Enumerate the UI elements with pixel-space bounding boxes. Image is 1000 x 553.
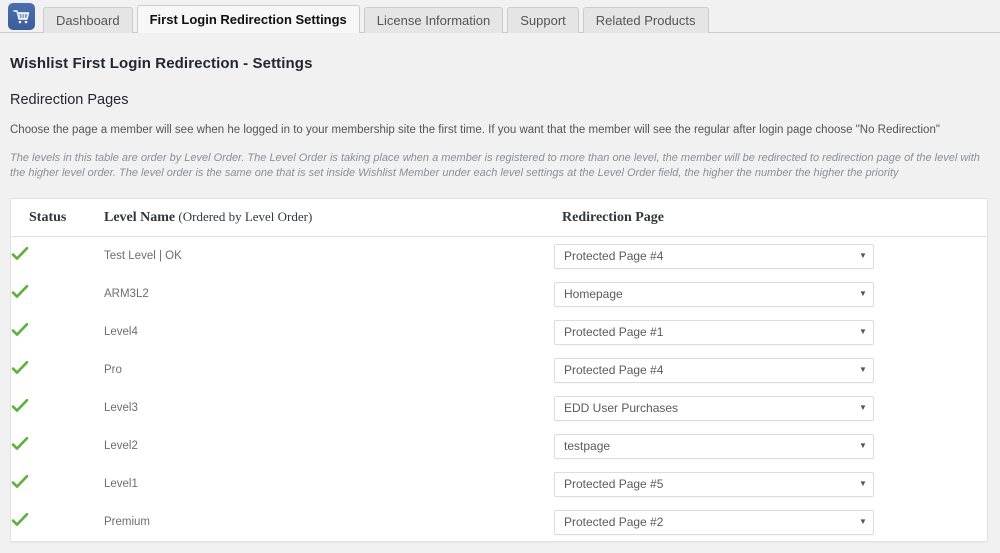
settings-page: Wishlist First Login Redirection - Setti… <box>0 55 1000 543</box>
row-redirection-cell: Protected Page #5 ▼ <box>554 465 987 504</box>
row-status-cell <box>11 389 104 428</box>
enabled-check-icon <box>11 474 29 490</box>
row-redirection-cell: Protected Page #1 ▼ <box>554 313 987 352</box>
row-redirection-cell: Protected Page #4 ▼ <box>554 236 987 276</box>
enabled-check-icon <box>11 512 29 528</box>
row-status-cell <box>11 503 104 542</box>
column-header-redirection-page: Redirection Page <box>554 199 987 238</box>
column-header-level-name-sub: (Ordered by Level Order) <box>175 209 313 225</box>
row-level-name: Level4 <box>104 313 554 352</box>
redirection-page-select[interactable]: testpage ▼ <box>554 433 874 459</box>
redirection-page-select-value: Protected Page #4 <box>564 249 664 264</box>
row-level-name: ARM3L2 <box>104 275 554 314</box>
row-redirection-cell: testpage ▼ <box>554 427 987 466</box>
redirection-page-select[interactable]: Protected Page #4 ▼ <box>554 243 874 269</box>
row-level-name: Pro <box>104 351 554 390</box>
row-status-cell <box>11 351 104 390</box>
enabled-check-icon <box>11 436 29 452</box>
enabled-check-icon <box>11 284 29 300</box>
table-header-row: Status Level Name (Ordered by Level Orde… <box>11 199 987 238</box>
redirection-page-select-value: Protected Page #2 <box>564 515 664 530</box>
redirection-page-select[interactable]: Protected Page #1 ▼ <box>554 319 874 345</box>
plugin-tab-bar: Dashboard First Login Redirection Settin… <box>0 0 1000 33</box>
row-status-cell <box>11 275 104 314</box>
redirection-pages-panel: Status Level Name (Ordered by Level Orde… <box>10 198 988 543</box>
row-status-cell <box>11 236 104 276</box>
enabled-check-icon <box>11 398 29 414</box>
tab-related-products[interactable]: Related Products <box>582 7 709 33</box>
redirection-page-select[interactable]: EDD User Purchases ▼ <box>554 395 874 421</box>
enabled-check-icon <box>11 360 29 376</box>
row-status-cell <box>11 427 104 466</box>
tab-label: Related Products <box>595 13 696 28</box>
redirection-page-select-value: Protected Page #5 <box>564 477 664 492</box>
level-order-note: The levels in this table are order by Le… <box>10 151 980 180</box>
chevron-down-icon: ▼ <box>859 479 867 489</box>
chevron-down-icon: ▼ <box>859 441 867 451</box>
page-title: Wishlist First Login Redirection - Setti… <box>10 55 313 72</box>
tab-label: Dashboard <box>56 13 120 28</box>
tab-support[interactable]: Support <box>507 7 579 33</box>
chevron-down-icon: ▼ <box>859 365 867 375</box>
table-row: Level4 Protected Page #1 ▼ <box>11 313 987 352</box>
column-header-status: Status <box>11 199 104 238</box>
row-status-cell <box>11 465 104 504</box>
row-level-name: Level1 <box>104 465 554 504</box>
table-row: Level2 testpage ▼ <box>11 427 987 466</box>
chevron-down-icon: ▼ <box>859 251 867 261</box>
enabled-check-icon <box>11 322 29 338</box>
row-redirection-cell: Protected Page #4 ▼ <box>554 351 987 390</box>
row-redirection-cell: EDD User Purchases ▼ <box>554 389 987 428</box>
redirection-page-select[interactable]: Homepage ▼ <box>554 281 874 307</box>
chevron-down-icon: ▼ <box>859 289 867 299</box>
row-redirection-cell: Protected Page #2 ▼ <box>554 503 987 542</box>
tab-label: License Information <box>376 13 491 28</box>
redirection-page-select-value: EDD User Purchases <box>564 401 679 416</box>
redirection-page-select[interactable]: Protected Page #2 ▼ <box>554 509 874 535</box>
redirection-page-select[interactable]: Protected Page #4 ▼ <box>554 357 874 383</box>
tab-first-login-redirection-settings[interactable]: First Login Redirection Settings <box>136 5 360 33</box>
shopping-cart-icon <box>8 3 35 30</box>
row-status-cell <box>11 313 104 352</box>
redirection-pages-table: Status Level Name (Ordered by Level Orde… <box>11 199 987 542</box>
row-level-name: Level2 <box>104 427 554 466</box>
table-row: Level3 EDD User Purchases ▼ <box>11 389 987 428</box>
tab-label: First Login Redirection Settings <box>149 12 347 27</box>
chevron-down-icon: ▼ <box>859 403 867 413</box>
redirection-page-select-value: testpage <box>564 439 611 454</box>
table-row: Pro Protected Page #4 ▼ <box>11 351 987 390</box>
row-level-name: Premium <box>104 503 554 542</box>
chevron-down-icon: ▼ <box>859 517 867 527</box>
redirection-page-select-value: Homepage <box>564 287 623 302</box>
enabled-check-icon <box>11 246 29 262</box>
table-row: Test Level | OK Protected Page #4 ▼ <box>11 236 987 276</box>
table-row: ARM3L2 Homepage ▼ <box>11 275 987 314</box>
chevron-down-icon: ▼ <box>859 327 867 337</box>
redirection-page-select-value: Protected Page #1 <box>564 325 664 340</box>
column-header-level-name: Level Name (Ordered by Level Order) <box>104 199 554 238</box>
row-level-name: Test Level | OK <box>104 236 554 276</box>
table-row: Premium Protected Page #2 ▼ <box>11 503 987 542</box>
row-redirection-cell: Homepage ▼ <box>554 275 987 314</box>
tab-dashboard[interactable]: Dashboard <box>43 7 133 33</box>
page-description: Choose the page a member will see when h… <box>10 124 940 136</box>
redirection-page-select[interactable]: Protected Page #5 ▼ <box>554 471 874 497</box>
table-row: Level1 Protected Page #5 ▼ <box>11 465 987 504</box>
table-body: Test Level | OK Protected Page #4 ▼ ARM3… <box>11 236 987 542</box>
section-title-redirection-pages: Redirection Pages <box>10 92 129 108</box>
row-level-name: Level3 <box>104 389 554 428</box>
tab-license-information[interactable]: License Information <box>363 7 504 33</box>
table-header: Status Level Name (Ordered by Level Orde… <box>11 199 987 238</box>
column-header-level-name-main: Level Name <box>104 210 176 226</box>
tab-label: Support <box>520 13 566 28</box>
redirection-page-select-value: Protected Page #4 <box>564 363 664 378</box>
